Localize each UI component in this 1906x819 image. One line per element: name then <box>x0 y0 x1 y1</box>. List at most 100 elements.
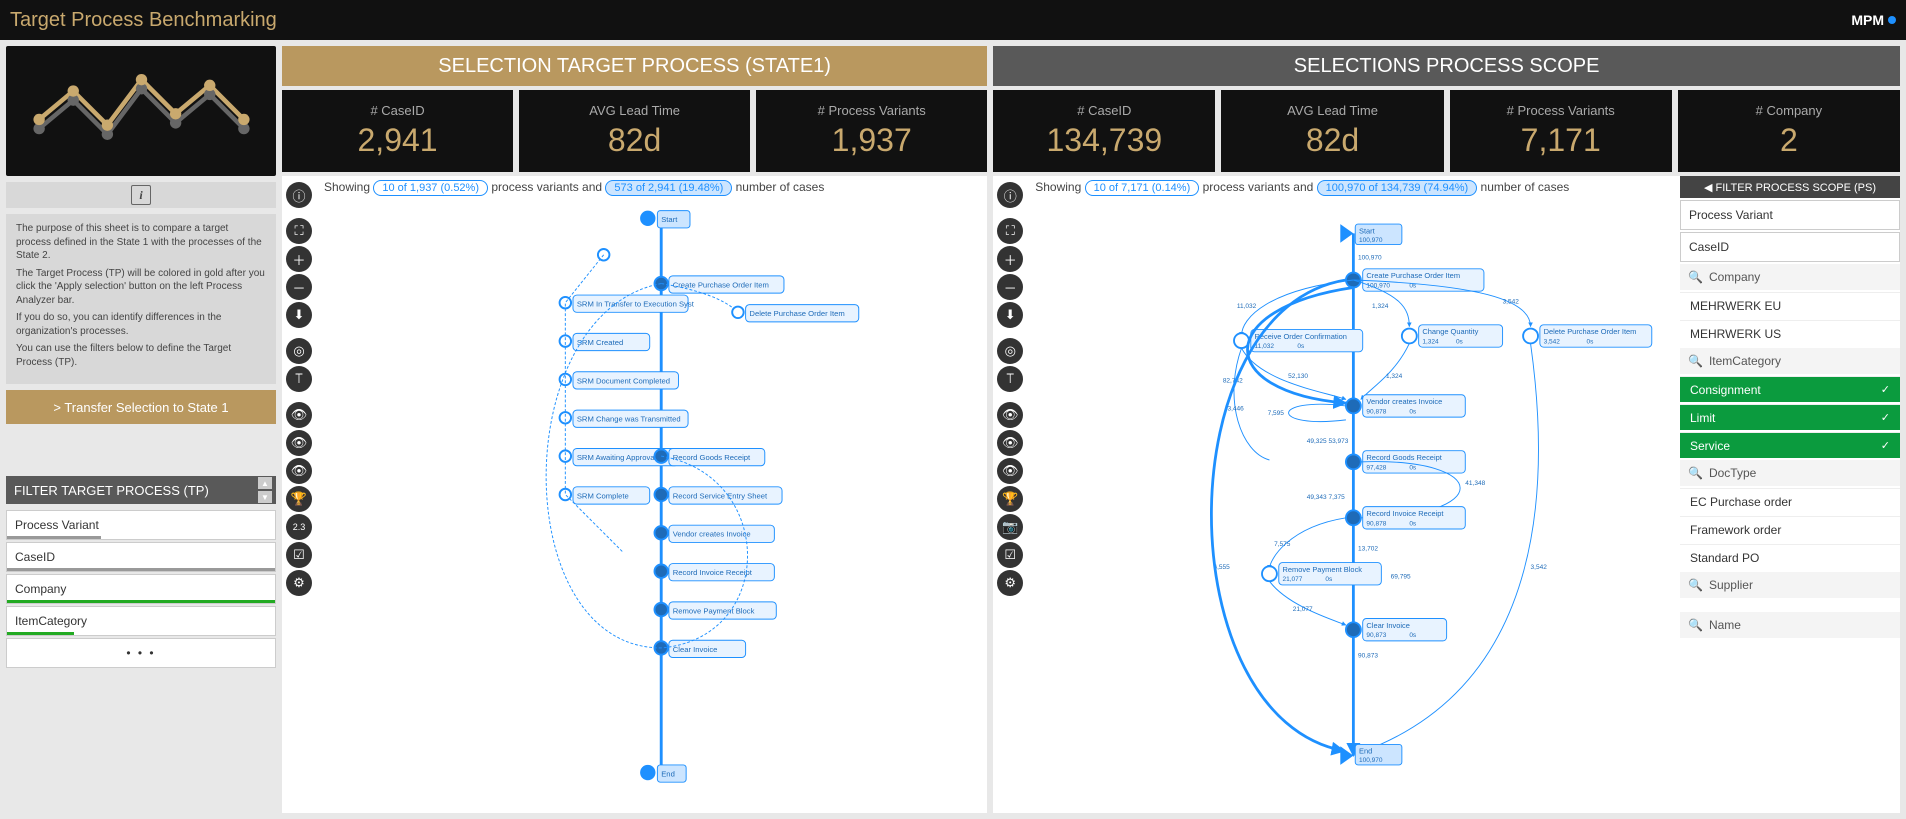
tool2-info-icon[interactable]: ⓘ <box>997 182 1023 208</box>
svg-text:11,032: 11,032 <box>1237 303 1257 310</box>
search-icon[interactable]: 🔍 <box>1688 466 1703 480</box>
tool-zoom-in-icon[interactable]: ＋ <box>286 246 312 272</box>
svg-text:90,873: 90,873 <box>1367 632 1387 639</box>
logo-dot <box>1888 16 1896 24</box>
variants-pill-1[interactable]: 10 of 1,937 (0.52%) <box>373 180 488 196</box>
svg-text:97,428: 97,428 <box>1367 464 1387 471</box>
svg-text:100,970: 100,970 <box>1359 757 1383 764</box>
kpi-variants-1: # Process Variants 1,937 <box>756 90 987 172</box>
search-icon[interactable]: 🔍 <box>1688 618 1703 632</box>
tool2-fullscreen-icon[interactable]: ⛶ <box>997 218 1023 244</box>
ps-group-doctype: 🔍DocType <box>1680 460 1900 486</box>
left-sidebar: i The purpose of this sheet is to compar… <box>6 46 276 813</box>
tool2-target-icon[interactable]: ◎ <box>997 338 1023 364</box>
tool2-eye1-icon[interactable]: 👁 <box>997 402 1023 428</box>
svg-text:0s: 0s <box>1410 464 1418 471</box>
svg-text:49,325 53,973: 49,325 53,973 <box>1307 438 1349 445</box>
search-icon[interactable]: 🔍 <box>1688 270 1703 284</box>
tool-info-icon[interactable]: ⓘ <box>286 182 312 208</box>
filter-ps-header[interactable]: ◀ FILTER PROCESS SCOPE (PS) <box>1680 176 1900 198</box>
cases-pill-2[interactable]: 100,970 of 134,739 (74.94%) <box>1317 180 1478 196</box>
tool-zoom-out-icon[interactable]: － <box>286 274 312 300</box>
tool2-eye3-icon[interactable]: 👁 <box>997 458 1023 484</box>
tool-trophy-icon[interactable]: 🏆 <box>286 486 312 512</box>
tool-target-icon[interactable]: ◎ <box>286 338 312 364</box>
ps-input-caseid[interactable]: CaseID <box>1680 232 1900 262</box>
node-payblock: Remove Payment Block21,0770s <box>1262 563 1381 585</box>
filter-item-process-variant[interactable]: Process Variant <box>6 510 276 540</box>
filter-ps-panel: ◀ FILTER PROCESS SCOPE (PS) Process Vari… <box>1680 176 1900 813</box>
search-icon[interactable]: 🔍 <box>1688 354 1703 368</box>
ps-group-name: 🔍Name <box>1680 612 1900 638</box>
tool2-zoom-in-icon[interactable]: ＋ <box>997 246 1023 272</box>
tool-eye1-icon[interactable]: 👁 <box>286 402 312 428</box>
svg-text:69,795: 69,795 <box>1391 573 1411 580</box>
node-invrec: Record Invoice Receipt90,8780s <box>1346 507 1465 529</box>
chart-thumbnail <box>6 46 276 176</box>
tool-fullscreen-icon[interactable]: ⛶ <box>286 218 312 244</box>
filter-item-caseid[interactable]: CaseID <box>6 542 276 572</box>
filter-item-company[interactable]: Company <box>6 574 276 604</box>
tool-branch-icon[interactable]: ⟙ <box>286 366 312 392</box>
kpi-caseid-2: # CaseID 134,739 <box>993 90 1215 172</box>
ps-item-service[interactable]: Service <box>1680 432 1900 458</box>
panel-process-scope: SELECTIONS PROCESS SCOPE # CaseID 134,73… <box>993 46 1900 813</box>
process-graph-1[interactable]: Showing 10 of 1,937 (0.52%) process vari… <box>316 176 987 813</box>
graph2-svg: Start100,970 100,970 Create Purchase Ord… <box>1027 176 1680 813</box>
tool-download-icon[interactable]: ⬇ <box>286 302 312 328</box>
tool2-eye2-icon[interactable]: 👁 <box>997 430 1023 456</box>
svg-text:0s: 0s <box>1587 338 1595 345</box>
node-end: End100,970 <box>1341 744 1403 765</box>
transfer-selection-button[interactable]: > Transfer Selection to State 1 <box>6 390 276 424</box>
variants-pill-2[interactable]: 10 of 7,171 (0.14%) <box>1085 180 1200 196</box>
ps-item-standard-po[interactable]: Standard PO <box>1680 544 1900 570</box>
cases-pill-1[interactable]: 573 of 2,941 (19.48%) <box>605 180 732 196</box>
tool-gear-icon[interactable]: ⚙ <box>286 570 312 596</box>
top-bar: Target Process Benchmarking MPM <box>0 0 1906 40</box>
process-graph-2[interactable]: Showing 10 of 7,171 (0.14%) process vari… <box>1027 176 1680 813</box>
ps-item-ec-po[interactable]: EC Purchase order <box>1680 488 1900 514</box>
ps-input-process-variant[interactable]: Process Variant <box>1680 200 1900 230</box>
scroll-down-icon[interactable]: ▼ <box>258 491 272 503</box>
tool-eye2-icon[interactable]: 👁 <box>286 430 312 456</box>
svg-text:90,873: 90,873 <box>1358 653 1378 660</box>
tool2-gear-icon[interactable]: ⚙ <box>997 570 1023 596</box>
tool2-download-icon[interactable]: ⬇ <box>997 302 1023 328</box>
svg-text:SRM Complete: SRM Complete <box>577 491 629 500</box>
scroll-up-icon[interactable]: ▲ <box>258 477 272 489</box>
svg-text:11,032: 11,032 <box>1255 343 1275 350</box>
tool-counter-icon[interactable]: 2.3 <box>286 514 312 540</box>
tool2-branch-icon[interactable]: ⟙ <box>997 366 1023 392</box>
ps-item-consignment[interactable]: Consignment <box>1680 376 1900 402</box>
node-changeqty: Change Quantity1,3240s <box>1402 325 1503 347</box>
svg-text:SRM In Transfer to Execution S: SRM In Transfer to Execution Syst <box>577 300 695 309</box>
tool2-zoom-out-icon[interactable]: － <box>997 274 1023 300</box>
svg-text:SRM Created: SRM Created <box>577 338 623 347</box>
ps-item-mehrwerk-us[interactable]: MEHRWERK US <box>1680 320 1900 346</box>
ps-item-limit[interactable]: Limit <box>1680 404 1900 430</box>
info-icon[interactable]: i <box>131 185 151 205</box>
tool2-camera-icon[interactable]: 📷 <box>997 514 1023 540</box>
svg-text:Vendor creates Invoice: Vendor creates Invoice <box>673 530 751 539</box>
svg-text:Create Purchase Order Item: Create Purchase Order Item <box>1367 271 1461 280</box>
search-icon[interactable]: 🔍 <box>1688 578 1703 592</box>
graph1-svg: Start SRM In Transfer to Execution Syst … <box>316 176 987 813</box>
toolbar-panel1: ⓘ ⛶ ＋ － ⬇ ◎ ⟙ 👁 👁 👁 🏆 2.3 ☑ ⚙ <box>282 176 316 813</box>
filter-item-itemcategory[interactable]: ItemCategory <box>6 606 276 636</box>
tool2-check-icon[interactable]: ☑ <box>997 542 1023 568</box>
ps-item-framework[interactable]: Framework order <box>1680 516 1900 542</box>
ps-item-mehrwerk-eu[interactable]: MEHRWERK EU <box>1680 292 1900 318</box>
svg-text:Change Quantity: Change Quantity <box>1423 327 1479 336</box>
tool2-trophy-icon[interactable]: 🏆 <box>997 486 1023 512</box>
showing-bar-1: Showing 10 of 1,937 (0.52%) process vari… <box>316 176 987 200</box>
filter-item-more[interactable]: • • • <box>6 638 276 668</box>
info-row: i <box>6 182 276 208</box>
tool-check-icon[interactable]: ☑ <box>286 542 312 568</box>
node-delete: Delete Purchase Order Item3,5420s <box>1523 325 1652 347</box>
tool-eye3-icon[interactable]: 👁 <box>286 458 312 484</box>
svg-text:Start: Start <box>1359 226 1376 235</box>
svg-text:52,130: 52,130 <box>1288 373 1308 380</box>
node-start: Start100,970 <box>1341 224 1403 245</box>
svg-text:SRM Change was Transmitted: SRM Change was Transmitted <box>577 415 681 424</box>
svg-text:Start: Start <box>661 215 678 224</box>
